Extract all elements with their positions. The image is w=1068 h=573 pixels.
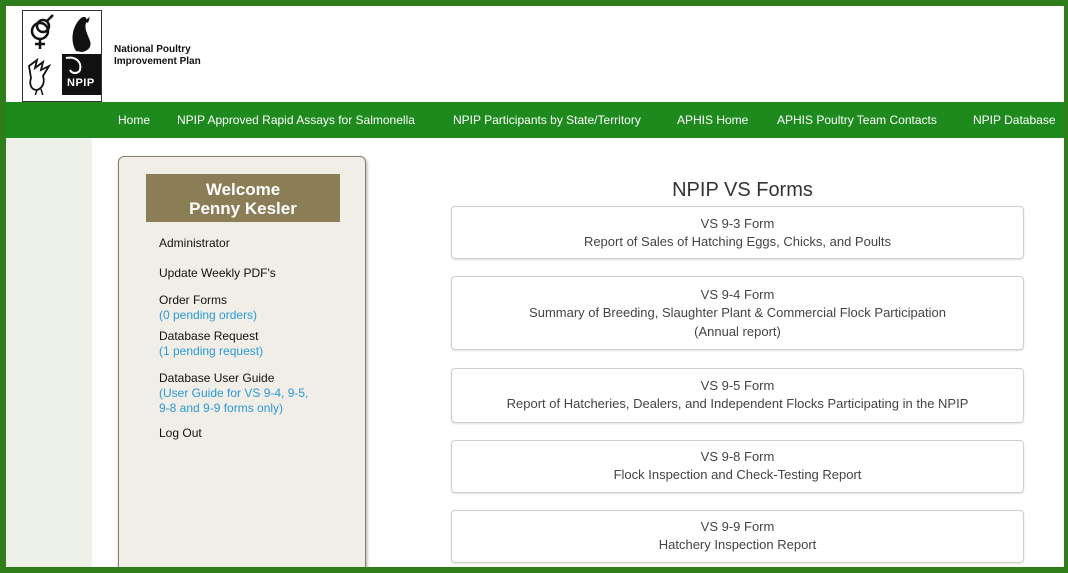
org-name: National Poultry Improvement Plan <box>114 44 201 68</box>
form-card-vs-9-9[interactable]: VS 9-9 Form Hatchery Inspection Report <box>451 510 1024 563</box>
welcome-label: Welcome <box>205 180 281 199</box>
form-card-vs-9-4[interactable]: VS 9-4 Form Summary of Breeding, Slaught… <box>451 276 1024 350</box>
sidebar-menu: Administrator Update Weekly PDF's Order … <box>159 234 359 442</box>
logo-dark-panel <box>62 54 101 97</box>
form-card-vs-9-5[interactable]: VS 9-5 Form Report of Hatcheries, Dealer… <box>451 368 1024 423</box>
nav-rapid-assays[interactable]: NPIP Approved Rapid Assays for Salmonell… <box>177 113 415 127</box>
nav-participants-by-state[interactable]: NPIP Participants by State/Territory <box>453 113 641 127</box>
sidebar-item-database-request[interactable]: Database Request <box>159 329 359 344</box>
sidebar-item-update-weekly-pdfs[interactable]: Update Weekly PDF's <box>159 266 276 280</box>
user-name: Penny Kesler <box>189 199 297 218</box>
pending-orders-link[interactable]: (0 pending orders) <box>159 308 359 323</box>
org-name-line2: Improvement Plan <box>114 56 201 67</box>
form-name: VS 9-9 Form <box>700 519 775 534</box>
form-description: Report of Sales of Hatching Eggs, Chicks… <box>583 234 892 249</box>
page-title: NPIP VS Forms <box>672 179 813 201</box>
site-header: NPIP National Poultry Improvement Plan <box>6 6 1064 102</box>
form-description: Summary of Breeding, Slaughter Plant & C… <box>529 305 946 320</box>
sidebar-item-administrator[interactable]: Administrator <box>159 236 230 250</box>
form-card-vs-9-8[interactable]: VS 9-8 Form Flock Inspection and Check-T… <box>451 440 1024 493</box>
logo-text: NPIP <box>67 77 95 89</box>
user-guide-scope-line2[interactable]: 9-8 and 9-9 forms only) <box>159 401 359 416</box>
sidebar-item-log-out[interactable]: Log Out <box>159 426 202 440</box>
pending-request-link[interactable]: (1 pending request) <box>159 344 359 359</box>
nav-home[interactable]: Home <box>118 113 150 127</box>
main-nav: Home NPIP Approved Rapid Assays for Salm… <box>6 102 1064 138</box>
form-name: VS 9-8 Form <box>700 449 775 464</box>
window-frame: NPIP National Poultry Improvement Plan H… <box>0 0 1068 573</box>
rooster-drawing-icon <box>23 54 62 97</box>
nav-poultry-team-contacts[interactable]: APHIS Poultry Team Contacts <box>777 113 937 127</box>
gender-symbols-icon <box>23 11 62 54</box>
sidebar-item-order-forms[interactable]: Order Forms <box>159 293 359 308</box>
form-description-note: (Annual report) <box>694 324 781 339</box>
nav-npip-database[interactable]: NPIP Database <box>973 113 1056 127</box>
user-sidebar: Welcome Penny Kesler Administrator Updat… <box>118 156 366 567</box>
form-name: VS 9-3 Form <box>700 216 775 231</box>
npip-logo[interactable]: NPIP <box>22 10 102 102</box>
form-name: VS 9-5 Form <box>700 378 775 393</box>
hen-silhouette-icon <box>62 11 101 54</box>
sidebar-item-database-user-guide[interactable]: Database User Guide <box>159 371 359 386</box>
org-name-line1: National Poultry <box>114 44 191 55</box>
form-name: VS 9-4 Form <box>700 287 775 302</box>
form-description: Hatchery Inspection Report <box>658 537 817 552</box>
logo-caption <box>23 95 101 101</box>
form-card-vs-9-3[interactable]: VS 9-3 Form Report of Sales of Hatching … <box>451 206 1024 259</box>
user-guide-scope-line1[interactable]: (User Guide for VS 9-4, 9-5, <box>159 386 359 401</box>
form-description: Flock Inspection and Check-Testing Repor… <box>613 467 862 482</box>
welcome-banner: Welcome Penny Kesler <box>146 174 340 222</box>
nav-aphis-home[interactable]: APHIS Home <box>677 113 748 127</box>
left-margin-strip <box>6 138 92 567</box>
form-description: Report of Hatcheries, Dealers, and Indep… <box>506 396 969 411</box>
